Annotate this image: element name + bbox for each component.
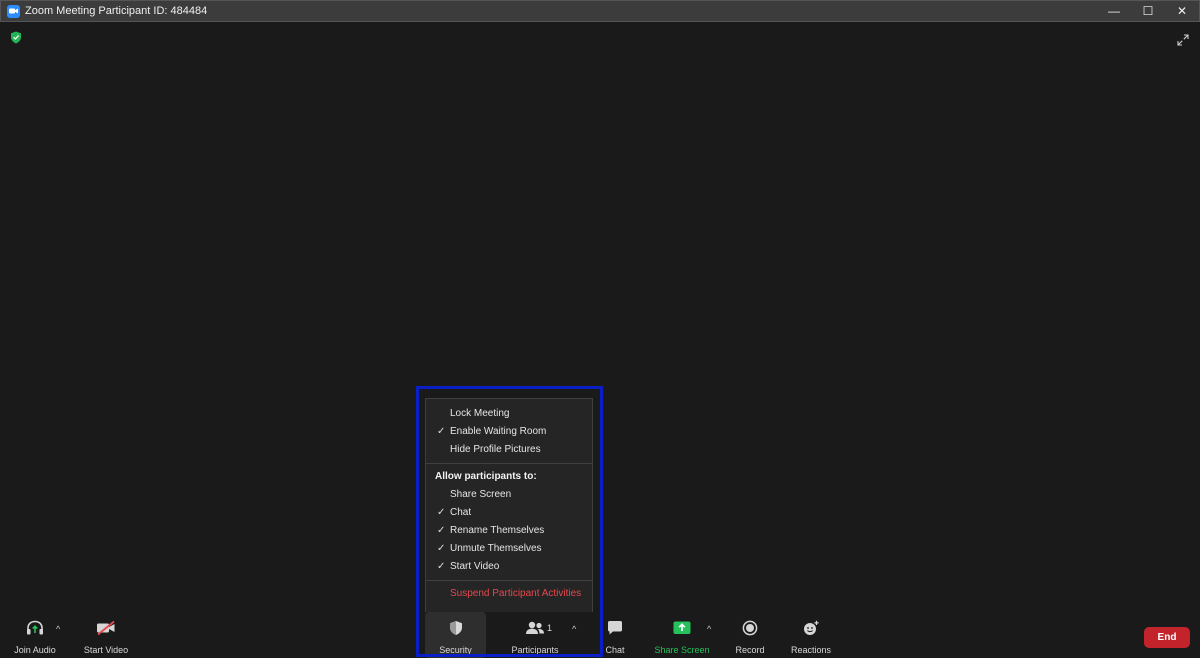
check-icon: ✓ — [437, 561, 446, 572]
record-label: Record — [735, 645, 765, 655]
record-button[interactable]: Record — [728, 612, 772, 658]
share-screen-label: Share Screen — [654, 645, 710, 655]
reactions-label: Reactions — [790, 645, 832, 655]
menu-item-label: Rename Themselves — [450, 525, 545, 536]
chat-button[interactable]: Chat — [596, 612, 634, 658]
chat-bubble-icon — [606, 620, 624, 641]
menu-divider — [426, 580, 592, 581]
check-icon: ✓ — [437, 525, 446, 536]
maximize-button[interactable]: ☐ — [1131, 1, 1165, 21]
audio-options-caret-icon[interactable]: ^ — [56, 624, 60, 634]
menu-item-label: Enable Waiting Room — [450, 426, 547, 437]
participants-button[interactable]: Participants — [505, 612, 565, 658]
participants-count-badge: 1 — [547, 623, 553, 633]
participants-label: Participants — [511, 645, 559, 655]
share-options-caret-icon[interactable]: ^ — [707, 624, 711, 634]
reactions-emoji-icon — [802, 620, 820, 641]
menu-item-label: Share Screen — [450, 489, 512, 500]
menu-item-rename-themselves[interactable]: ✓ Rename Themselves — [426, 522, 592, 540]
menu-item-start-video[interactable]: ✓ Start Video — [426, 558, 592, 576]
window-controls: — ☐ ✕ — [1097, 1, 1199, 21]
allow-participants-heading: Allow participants to: — [435, 471, 537, 482]
menu-item-enable-waiting-room[interactable]: ✓ Enable Waiting Room — [426, 423, 592, 441]
start-video-label: Start Video — [83, 645, 129, 655]
menu-item-label: Start Video — [450, 561, 500, 572]
join-audio-button[interactable]: Join Audio — [8, 612, 62, 658]
menu-item-suspend-participant-activities[interactable]: Suspend Participant Activities — [426, 585, 592, 603]
minimize-button[interactable]: — — [1097, 1, 1131, 21]
window-title: Zoom Meeting Participant ID: 484484 — [25, 5, 208, 17]
share-screen-icon — [672, 620, 692, 641]
window-titlebar: Zoom Meeting Participant ID: 484484 — ☐ … — [0, 0, 1200, 22]
security-shield-icon — [448, 620, 464, 641]
check-icon: ✓ — [437, 426, 446, 437]
menu-item-lock-meeting[interactable]: Lock Meeting — [426, 405, 592, 423]
headphones-icon — [25, 620, 45, 641]
menu-item-label: Suspend Participant Activities — [450, 588, 582, 599]
menu-item-chat[interactable]: ✓ Chat — [426, 504, 592, 522]
menu-item-label: Lock Meeting — [450, 408, 510, 419]
encryption-shield-icon[interactable] — [10, 31, 22, 49]
menu-item-share-screen[interactable]: Share Screen — [426, 486, 592, 504]
join-audio-label: Join Audio — [14, 645, 56, 655]
participants-options-caret-icon[interactable]: ^ — [572, 624, 576, 634]
fullscreen-icon[interactable] — [1177, 33, 1189, 51]
share-screen-button[interactable]: Share Screen — [652, 612, 712, 658]
menu-item-label: Unmute Themselves — [450, 543, 542, 554]
close-button[interactable]: ✕ — [1165, 1, 1199, 21]
video-off-icon — [95, 620, 117, 641]
menu-item-label: Chat — [450, 507, 472, 518]
zoom-logo-icon — [7, 4, 20, 18]
check-icon: ✓ — [437, 507, 446, 518]
start-video-button[interactable]: Start Video — [78, 612, 134, 658]
menu-item-hide-profile-pictures[interactable]: Hide Profile Pictures — [426, 441, 592, 459]
menu-item-label: Hide Profile Pictures — [450, 444, 541, 455]
chat-label: Chat — [605, 645, 625, 655]
reactions-button[interactable]: Reactions — [788, 612, 834, 658]
menu-item-unmute-themselves[interactable]: ✓ Unmute Themselves — [426, 540, 592, 558]
check-icon: ✓ — [437, 543, 446, 554]
end-meeting-button[interactable]: End — [1144, 627, 1190, 648]
security-menu: Lock Meeting ✓ Enable Waiting Room Hide … — [425, 398, 593, 616]
security-label: Security — [439, 645, 472, 655]
meeting-toolbar: Join Audio ^ Start Video Security Partic… — [0, 612, 1200, 658]
menu-divider — [426, 463, 592, 464]
meeting-canvas — [0, 22, 1200, 658]
record-icon — [742, 620, 758, 641]
security-button[interactable]: Security — [425, 612, 486, 658]
participants-icon — [524, 620, 546, 641]
